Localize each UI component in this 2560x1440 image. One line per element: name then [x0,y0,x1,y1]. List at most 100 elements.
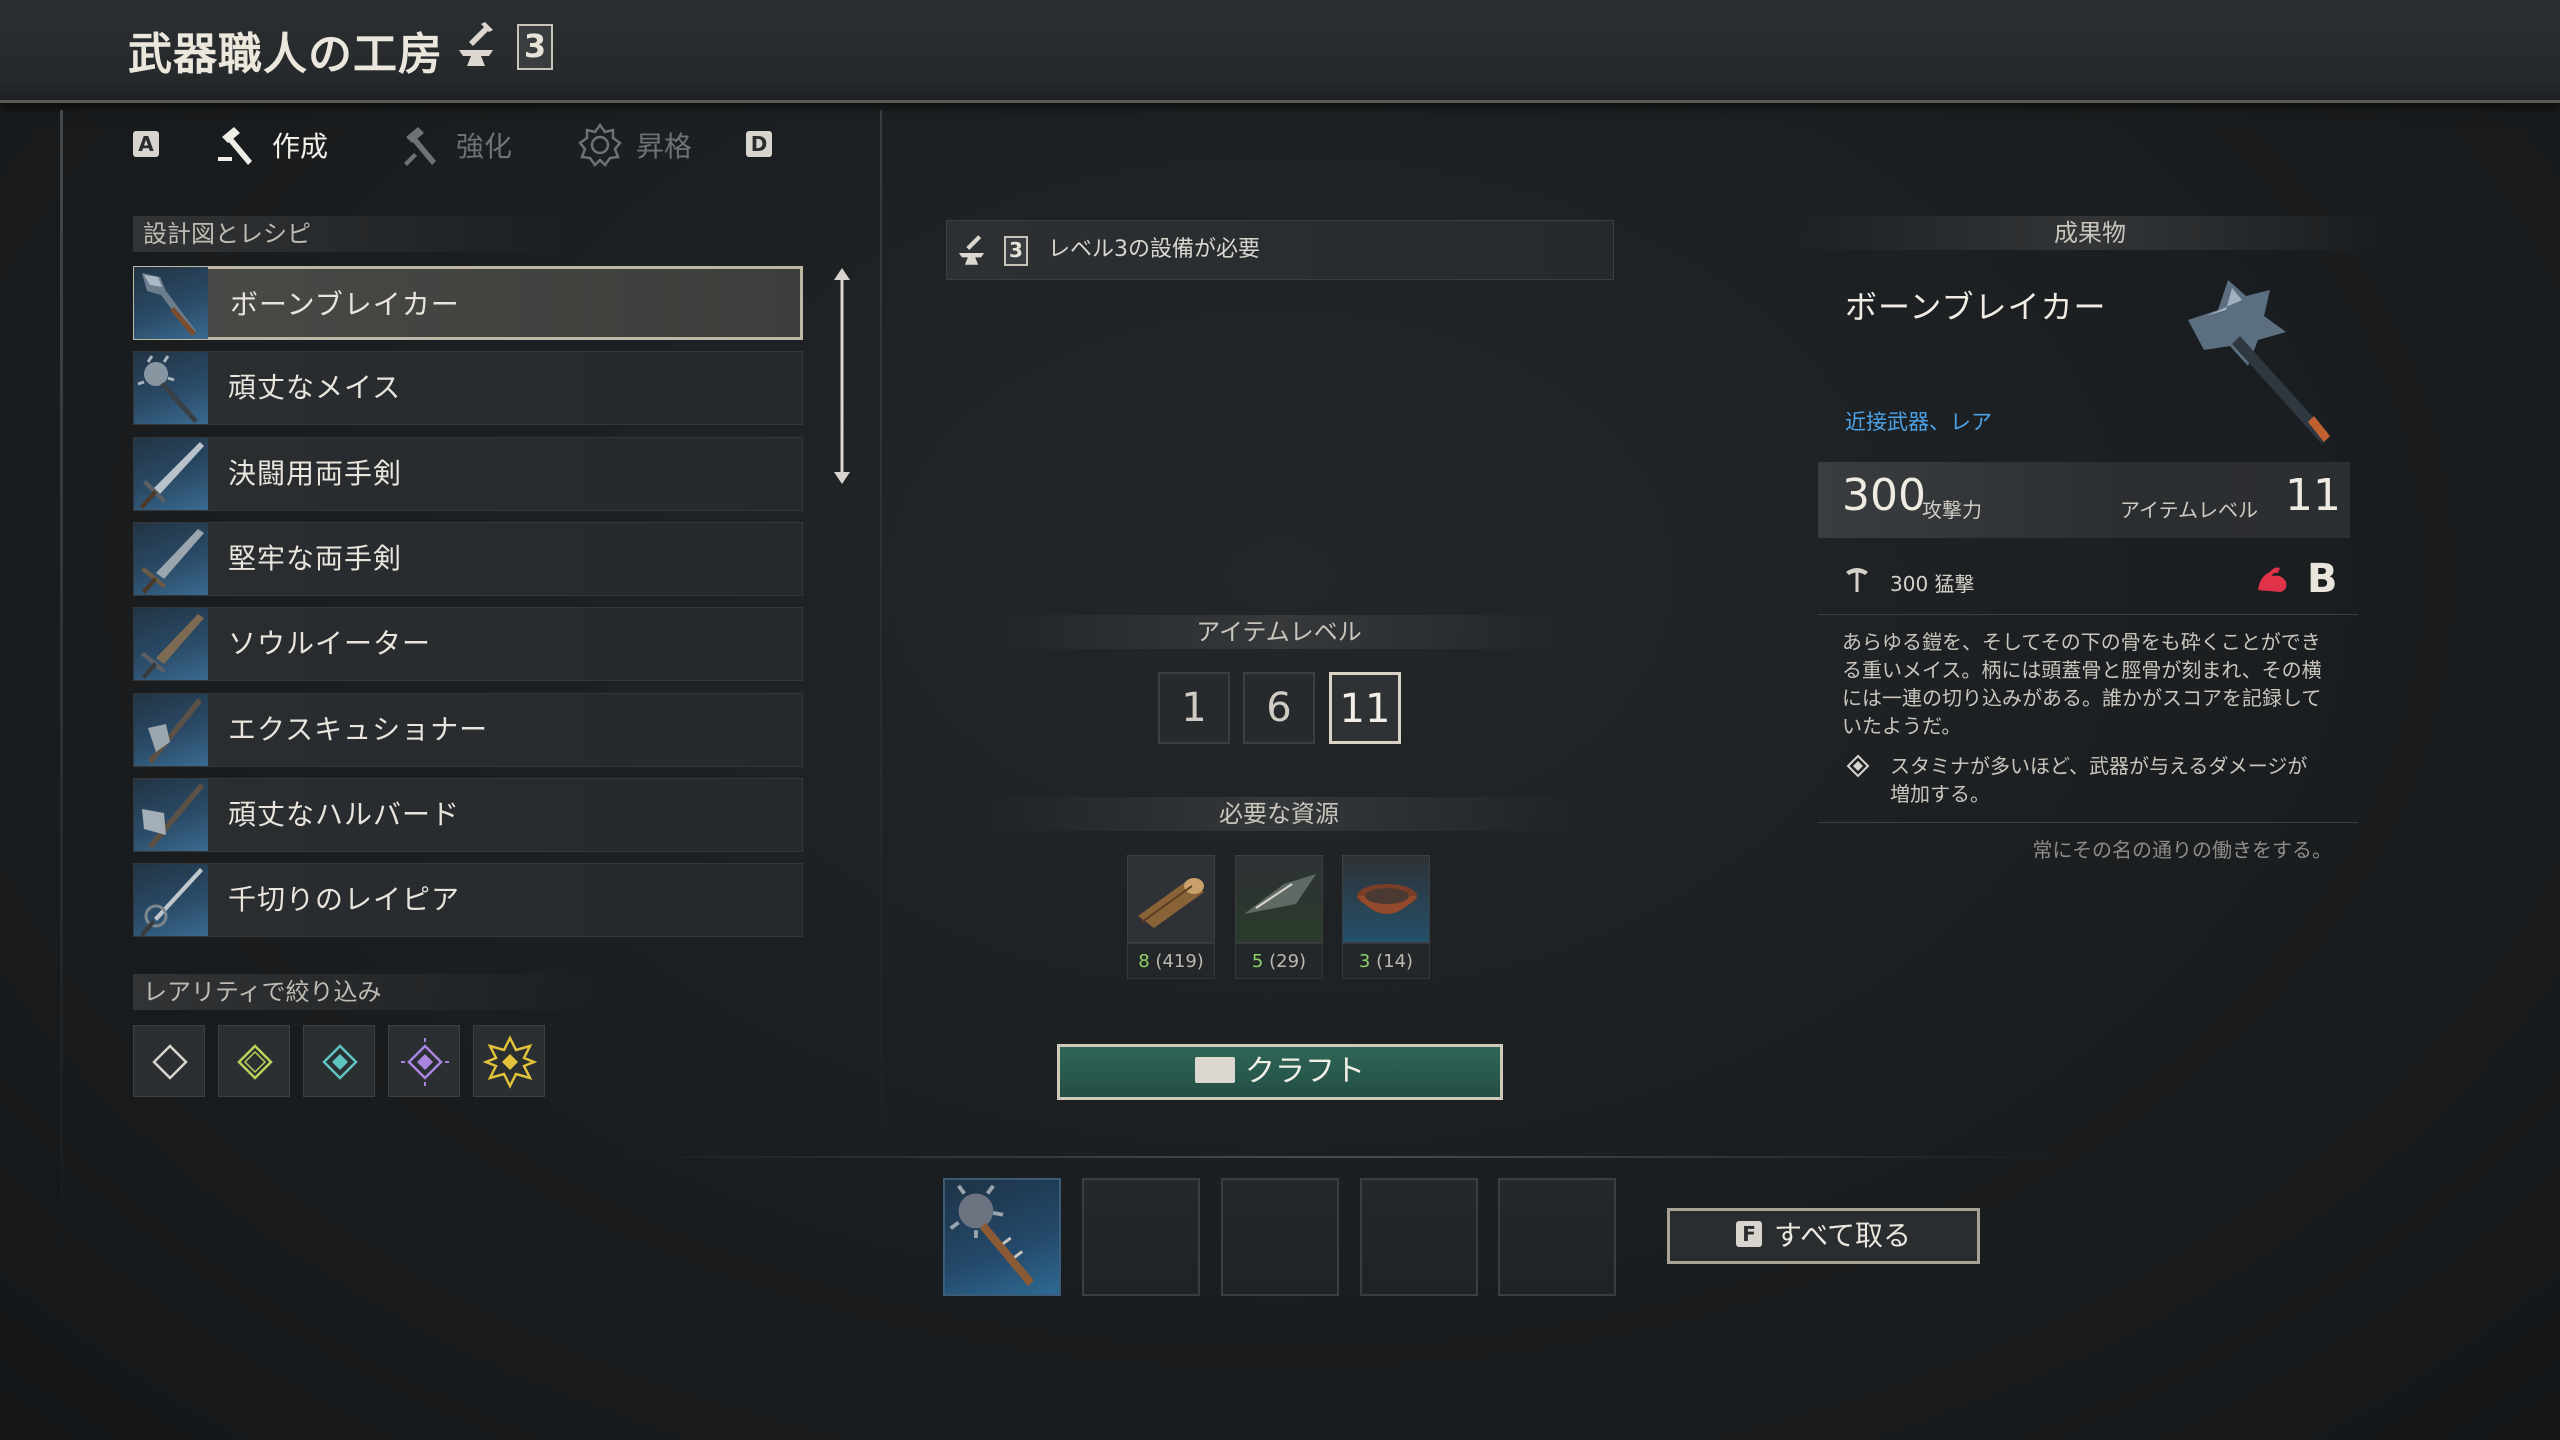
resource-slot[interactable]: 5 (29) [1235,855,1323,981]
recipes-section-label: 設計図とレシピ [133,216,563,252]
divider-line [1818,614,2358,615]
take-all-button[interactable]: F すべて取る [1667,1208,1980,1264]
gear-icon [578,123,622,167]
output-slot[interactable] [1498,1178,1616,1296]
tab-craft-label: 作成 [272,130,329,163]
greatsword-thumbnail [134,608,208,680]
strike-icon [1846,568,1868,592]
strike-stat: 300 猛撃 [1890,572,1975,596]
resource-slot[interactable]: 3 (14) [1342,855,1430,981]
recipe-label: 決闘用両手剣 [228,457,403,490]
diamond-icon [482,1035,538,1089]
hammer-icon [404,127,436,166]
diamond-icon [237,1044,273,1080]
item-level-option-selected[interactable]: 11 [1329,672,1401,744]
recipe-item[interactable]: 頑丈なメイス [133,351,803,425]
output-slot[interactable] [1360,1178,1478,1296]
diamond-icon [401,1038,449,1086]
resource-owned-count: (419) [1155,951,1204,972]
recipe-label: 頑丈なハルバード [228,798,461,831]
axe-thumbnail [134,694,208,766]
requirement-bar [946,220,1614,280]
rarity-uncommon-filter[interactable] [218,1025,290,1097]
panel-divider [880,110,882,1190]
anvil-icon [958,235,985,265]
strength-arm-icon [2258,567,2287,592]
rapier-thumbnail [134,864,208,936]
output-slot[interactable] [943,1178,1061,1296]
output-slot[interactable] [1221,1178,1339,1296]
rarity-rare-filter[interactable] [303,1025,375,1097]
resource-owned-count: (14) [1376,951,1414,972]
bowl-icon [1357,884,1417,914]
recipe-item[interactable]: 決闘用両手剣 [133,437,803,511]
take-all-label: すべて取る [1774,1219,1911,1252]
resource-slot[interactable]: 8 (419) [1127,855,1215,981]
resource-required-count: 8 [1138,951,1150,972]
diamond-icon [322,1044,358,1080]
recipe-item[interactable]: 千切りのレイピア [133,863,803,937]
result-item-name: ボーンブレイカー [1845,288,2107,326]
recipe-label: エクスキュショナー [228,713,489,746]
result-section-label: 成果物 [1790,216,2390,250]
result-item-level: 11 [2285,470,2341,521]
page-title: 武器職人の工房 [128,29,443,80]
recipe-item[interactable]: 堅牢な両手剣 [133,522,803,596]
mace-thumbnail [134,267,208,339]
station-level-badge: 3 [517,24,553,70]
mace-icon [949,1184,1034,1287]
rarity-common-filter[interactable] [133,1025,205,1097]
recipe-item[interactable]: ボーンブレイカー [133,266,803,340]
greatsword-thumbnail [134,523,208,595]
left-edge-line [60,110,63,1260]
tab-upgrade-label: 強化 [456,130,513,163]
diamond-icon [152,1044,188,1080]
diamond-bullet-icon [1846,754,1870,778]
craft-button[interactable]: クラフト [1057,1044,1503,1100]
result-item-type: 近接武器、レア [1845,410,1992,434]
scaling-grade: B [2307,556,2338,602]
requirement-text: レベル3の設備が必要 [1048,237,1260,262]
rarity-filter-label: レアリティで絞り込み [133,974,603,1010]
recipe-item[interactable]: 頑丈なハルバード [133,778,803,852]
recipe-item[interactable]: エクスキュショナー [133,693,803,767]
attack-value: 300 [1842,470,1926,521]
halberd-thumbnail [134,779,208,851]
result-description: あらゆる鎧を、そしてその下の骨をも砕くことができる重いメイス。柄には頭蓋骨と脛骨… [1842,630,2322,738]
rarity-epic-filter[interactable] [388,1025,460,1097]
result-item-level-label: アイテムレベル [2120,498,2258,522]
recipe-label: ボーンブレイカー [230,288,460,321]
leather-scrap-icon [1244,874,1316,914]
tab-upgrade[interactable]: 強化 [398,120,512,170]
craft-button-label: クラフト [1245,1054,1365,1089]
tab-prev-key[interactable]: A [133,131,159,157]
item-level-option[interactable]: 6 [1243,672,1315,744]
keyboard-key-icon [1195,1056,1235,1083]
tab-craft[interactable]: 作成 [214,120,328,170]
divider-line [1818,822,2358,823]
recipe-item[interactable]: ソウルイーター [133,607,803,681]
mace-icon [2188,280,2330,444]
recipe-label: 堅牢な両手剣 [228,542,403,575]
resource-owned-count: (29) [1269,951,1307,972]
wood-log-icon [1138,878,1204,928]
take-all-key: F [1736,1221,1763,1247]
rarity-legendary-filter[interactable] [473,1025,545,1097]
scroll-indicator[interactable] [830,266,854,486]
output-divider [620,1156,2060,1158]
resource-required-count: 3 [1358,951,1371,972]
flavor-text: 常にその名の通りの働きをする。 [2032,838,2332,862]
resource-required-count: 5 [1251,951,1264,972]
item-level-option[interactable]: 1 [1158,672,1230,744]
required-level-badge: 3 [1004,236,1028,266]
tab-ascend[interactable]: 昇格 [578,120,692,170]
tab-ascend-label: 昇格 [636,130,693,163]
recipe-label: 千切りのレイピア [228,883,461,916]
greatsword-thumbnail [134,438,208,510]
tab-next-key[interactable]: D [746,131,772,157]
perk-text: スタミナが多いほど、武器が与えるダメージが増加する。 [1890,754,2308,806]
recipe-label: ソウルイーター [228,627,432,660]
output-slot[interactable] [1082,1178,1200,1296]
resources-label: 必要な資源 [979,797,1579,831]
attack-label: 攻撃力 [1922,498,1982,522]
